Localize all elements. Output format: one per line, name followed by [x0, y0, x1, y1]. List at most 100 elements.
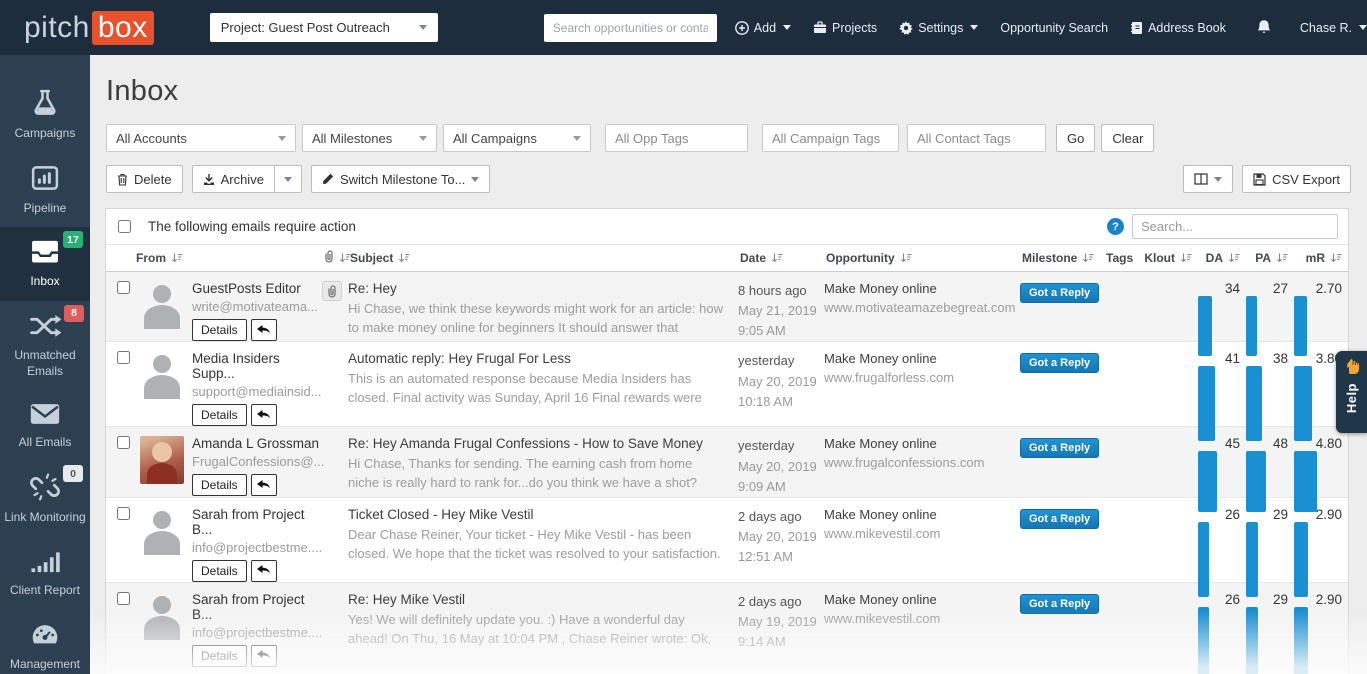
campaigns-filter[interactable]: All Campaigns: [443, 124, 591, 152]
sender-name[interactable]: Media Insiders Supp...: [192, 351, 322, 381]
archive-more-button[interactable]: [275, 165, 302, 193]
col-opportunity[interactable]: Opportunity: [824, 251, 1020, 265]
col-from[interactable]: From: [134, 251, 322, 265]
email-subject[interactable]: Re: Hey Mike Vestil: [348, 592, 738, 607]
details-button[interactable]: Details: [192, 404, 247, 426]
sender-name[interactable]: GuestPosts Editor: [192, 281, 322, 296]
details-button[interactable]: Details: [192, 319, 247, 341]
milestone-badge[interactable]: Got a Reply: [1020, 594, 1099, 614]
switch-milestone-button[interactable]: Switch Milestone To...: [311, 165, 490, 193]
milestone-badge[interactable]: Got a Reply: [1020, 438, 1099, 458]
row-checkbox[interactable]: [117, 436, 130, 449]
da-value: 41: [1225, 351, 1240, 366]
opportunity-name[interactable]: Make Money online: [824, 592, 1020, 607]
reply-button[interactable]: [251, 319, 277, 341]
contact-tags-input[interactable]: [907, 124, 1046, 152]
milestone-badge[interactable]: Got a Reply: [1020, 353, 1099, 373]
opp-tags-input[interactable]: [605, 124, 748, 152]
table-row[interactable]: GuestPosts Editor write@motivateama... D…: [106, 272, 1348, 342]
user-menu[interactable]: Chase R.: [1300, 21, 1367, 35]
go-button[interactable]: Go: [1056, 124, 1095, 152]
opportunity-name[interactable]: Make Money online: [824, 281, 1020, 296]
col-tags[interactable]: Tags: [1104, 251, 1142, 265]
sender-name[interactable]: Sarah from Project B...: [192, 592, 322, 622]
opportunity-name[interactable]: Make Money online: [824, 351, 1020, 366]
col-mr[interactable]: mR: [1294, 251, 1348, 265]
opportunity-name[interactable]: Make Money online: [824, 436, 1020, 451]
col-date[interactable]: Date: [738, 251, 824, 265]
global-search-input[interactable]: [544, 14, 717, 42]
milestone-badge[interactable]: Got a Reply: [1020, 283, 1099, 303]
sender-email[interactable]: FrugalConfessions@...: [192, 454, 322, 469]
opportunity-url[interactable]: www.mikevestil.com: [824, 611, 1020, 626]
sidebar-item-inbox[interactable]: 17 Inbox: [0, 227, 90, 300]
reply-button[interactable]: [251, 645, 277, 667]
row-checkbox[interactable]: [117, 507, 130, 520]
opportunity-name[interactable]: Make Money online: [824, 507, 1020, 522]
sidebar-item-client-report[interactable]: Client Report: [0, 536, 90, 609]
email-subject[interactable]: Re: Hey Amanda Frugal Confessions - How …: [348, 436, 738, 451]
sender-email[interactable]: info@projectbestme....: [192, 540, 322, 555]
col-attachment[interactable]: [322, 250, 348, 266]
opportunity-url[interactable]: www.frugalconfessions.com: [824, 455, 1020, 470]
archive-button[interactable]: Archive: [192, 165, 275, 193]
row-checkbox[interactable]: [117, 351, 130, 364]
table-row[interactable]: Christian Lee chrisleevella@gmail.... De…: [106, 668, 1348, 674]
row-checkbox[interactable]: [117, 592, 130, 605]
details-button[interactable]: Details: [192, 645, 247, 667]
help-icon[interactable]: ?: [1107, 218, 1124, 235]
help-tab[interactable]: Help: [1336, 351, 1367, 433]
sidebar-item-unmatched-emails[interactable]: 8 Unmatched Emails: [0, 301, 90, 390]
opportunity-search-link[interactable]: Opportunity Search: [1000, 21, 1108, 35]
project-selector[interactable]: Project: Guest Post Outreach: [210, 13, 438, 42]
pitchbox-logo[interactable]: pitch box: [24, 11, 154, 45]
col-subject[interactable]: Subject: [348, 251, 738, 265]
address-book-link[interactable]: Address Book: [1130, 21, 1226, 35]
details-button[interactable]: Details: [192, 474, 247, 496]
campaign-tags-input[interactable]: [762, 124, 899, 152]
sender-email[interactable]: info@projectbestme....: [192, 625, 322, 640]
reply-button[interactable]: [251, 560, 277, 582]
columns-button[interactable]: [1183, 165, 1233, 193]
sender-email[interactable]: write@motivateama...: [192, 299, 322, 314]
accounts-filter[interactable]: All Accounts: [106, 124, 296, 152]
sidebar-item-link-monitoring[interactable]: 0 Link Monitoring: [0, 461, 90, 536]
table-row[interactable]: Sarah from Project B... info@projectbest…: [106, 583, 1348, 668]
email-subject[interactable]: Ticket Closed - Hey Mike Vestil: [348, 507, 738, 522]
col-pa[interactable]: PA: [1246, 251, 1294, 265]
opportunity-url[interactable]: www.frugalforless.com: [824, 370, 1020, 385]
add-menu[interactable]: Add: [735, 21, 791, 35]
clear-button[interactable]: Clear: [1101, 124, 1154, 152]
col-da[interactable]: DA: [1198, 251, 1246, 265]
sender-name[interactable]: Sarah from Project B...: [192, 507, 322, 537]
settings-menu[interactable]: Settings: [899, 21, 978, 35]
sidebar-item-management-report[interactable]: Management Report: [0, 610, 90, 674]
opportunity-url[interactable]: www.mikevestil.com: [824, 526, 1020, 541]
csv-export-button[interactable]: CSV Export: [1242, 165, 1351, 193]
sender-email[interactable]: support@mediainsid...: [192, 384, 322, 399]
select-all-checkbox[interactable]: [118, 220, 131, 233]
col-klout[interactable]: Klout: [1142, 251, 1198, 265]
table-search-input[interactable]: [1132, 214, 1338, 239]
email-subject[interactable]: Automatic reply: Hey Frugal For Less: [348, 351, 738, 366]
delete-button[interactable]: Delete: [106, 165, 183, 193]
milestone-badge[interactable]: Got a Reply: [1020, 509, 1099, 529]
notifications-bell[interactable]: [1256, 19, 1272, 36]
row-checkbox[interactable]: [117, 281, 130, 294]
email-subject[interactable]: Re: Hey: [348, 281, 738, 296]
reply-button[interactable]: [251, 404, 277, 426]
table-row[interactable]: Media Insiders Supp... support@mediainsi…: [106, 342, 1348, 427]
sender-name[interactable]: Amanda L Grossman: [192, 436, 322, 451]
opportunity-url[interactable]: www.motivateamazebegreat.com: [824, 300, 1020, 315]
details-button[interactable]: Details: [192, 560, 247, 582]
table-row[interactable]: Sarah from Project B... info@projectbest…: [106, 498, 1348, 583]
trash-icon: [117, 173, 128, 186]
sidebar-item-all-emails[interactable]: All Emails: [0, 390, 90, 461]
projects-link[interactable]: Projects: [813, 21, 877, 35]
reply-button[interactable]: [251, 474, 277, 496]
col-milestone[interactable]: Milestone: [1020, 251, 1104, 265]
sidebar-item-campaigns[interactable]: Campaigns: [0, 77, 90, 152]
milestones-filter[interactable]: All Milestones: [302, 124, 437, 152]
table-row[interactable]: Amanda L Grossman FrugalConfessions@... …: [106, 427, 1348, 497]
sidebar-item-pipeline[interactable]: Pipeline: [0, 152, 90, 227]
